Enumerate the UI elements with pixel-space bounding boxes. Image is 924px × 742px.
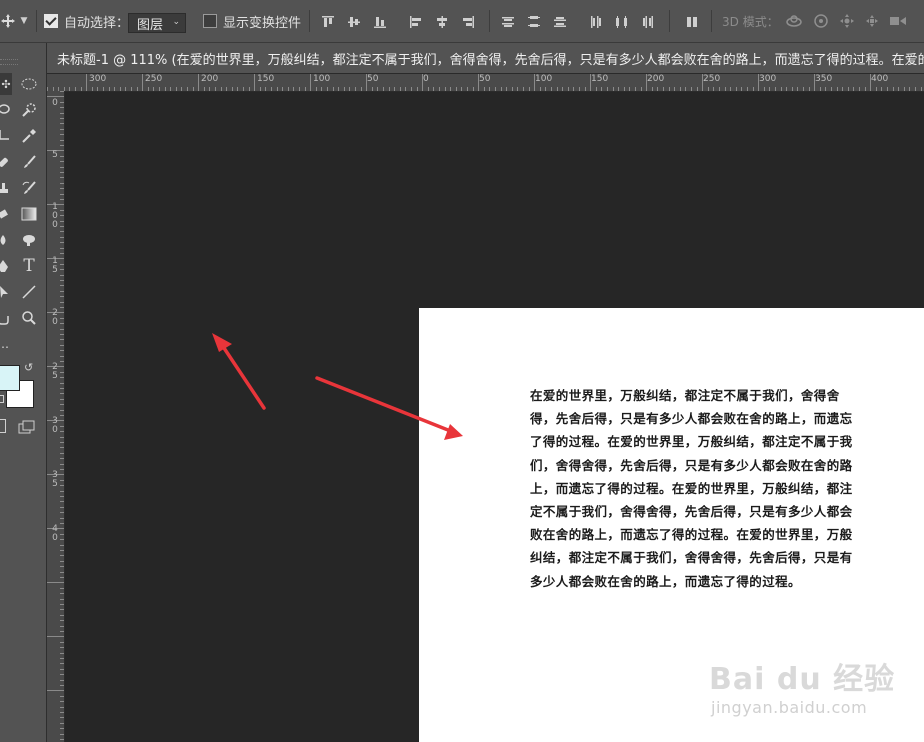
annotation-arrow-up-left: [212, 333, 266, 410]
annotation-arrow-right: [315, 376, 463, 440]
annotation-arrows: [212, 333, 463, 440]
